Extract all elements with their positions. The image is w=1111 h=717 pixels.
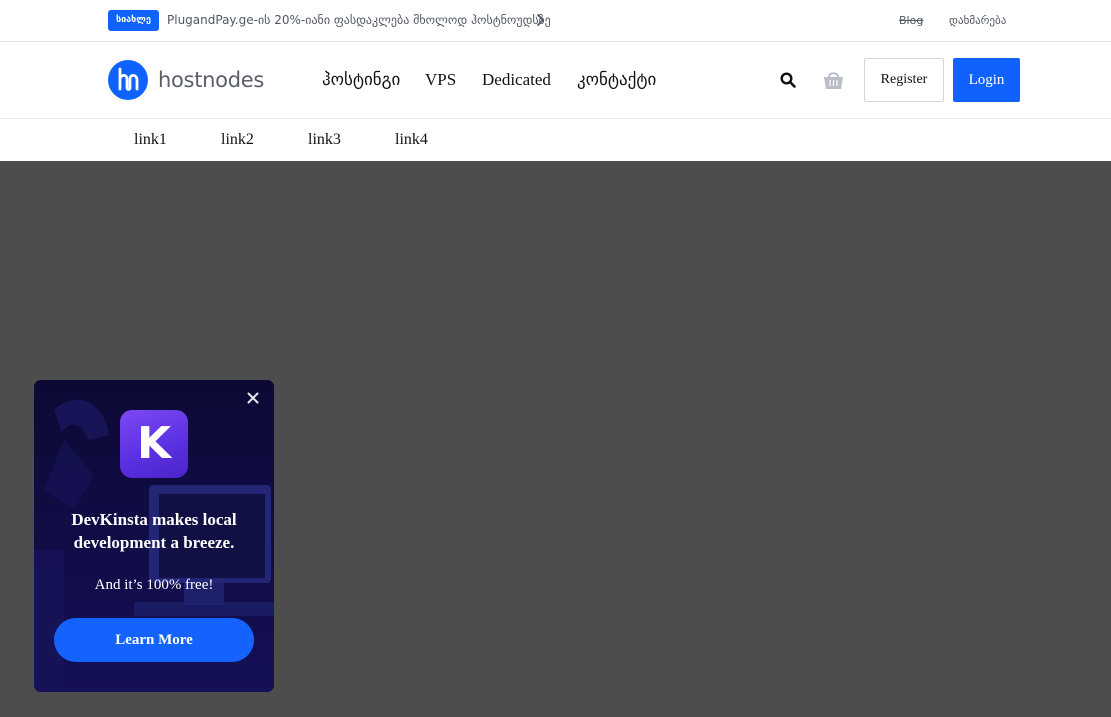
learn-more-button[interactable]: Learn More [54, 618, 254, 662]
blog-link[interactable]: Blog [899, 10, 923, 31]
nav-dedicated[interactable]: Dedicated [482, 69, 551, 91]
chevron-right-icon[interactable] [536, 12, 545, 28]
promo-bar: სიახლე PlugandPay.ge-ის 20%-იანი ფასდაკლ… [0, 0, 1111, 42]
nav-contact[interactable]: კონტაქტი [577, 69, 656, 91]
hostnodes-logo-icon[interactable] [108, 60, 148, 100]
subnav-link-3[interactable]: link3 [308, 130, 341, 150]
devkinsta-logo-icon: K [120, 410, 188, 478]
help-link[interactable]: დახმარება [949, 10, 1006, 31]
cart-icon[interactable] [823, 70, 844, 90]
subnav-link-1[interactable]: link1 [134, 130, 167, 150]
login-button[interactable]: Login [953, 58, 1020, 102]
popup-subtitle: And it’s 100% free! [94, 577, 214, 593]
promo-link[interactable]: PlugandPay.ge-ის 20%-იანი ფასდაკლება მხო… [167, 10, 551, 31]
popup-title: DevKinsta makes local development a bree… [71, 510, 237, 552]
close-icon[interactable] [245, 390, 261, 406]
register-button[interactable]: Register [864, 58, 944, 102]
secondary-nav: link1 link2 link3 link4 [0, 119, 1111, 161]
subnav-link-2[interactable]: link2 [221, 130, 254, 150]
subnav-link-4[interactable]: link4 [395, 130, 428, 150]
search-icon[interactable] [780, 72, 796, 88]
nav-vps[interactable]: VPS [425, 69, 456, 91]
devkinsta-popup: K DevKinsta makes local development a br… [34, 380, 274, 692]
nav-hosting[interactable]: ჰოსტინგი [322, 69, 400, 91]
site-header: hostnodes ჰოსტინგი VPS Dedicated კონტაქტ… [0, 42, 1111, 119]
new-badge: სიახლე [108, 10, 159, 31]
logo-text[interactable]: hostnodes [158, 66, 264, 94]
